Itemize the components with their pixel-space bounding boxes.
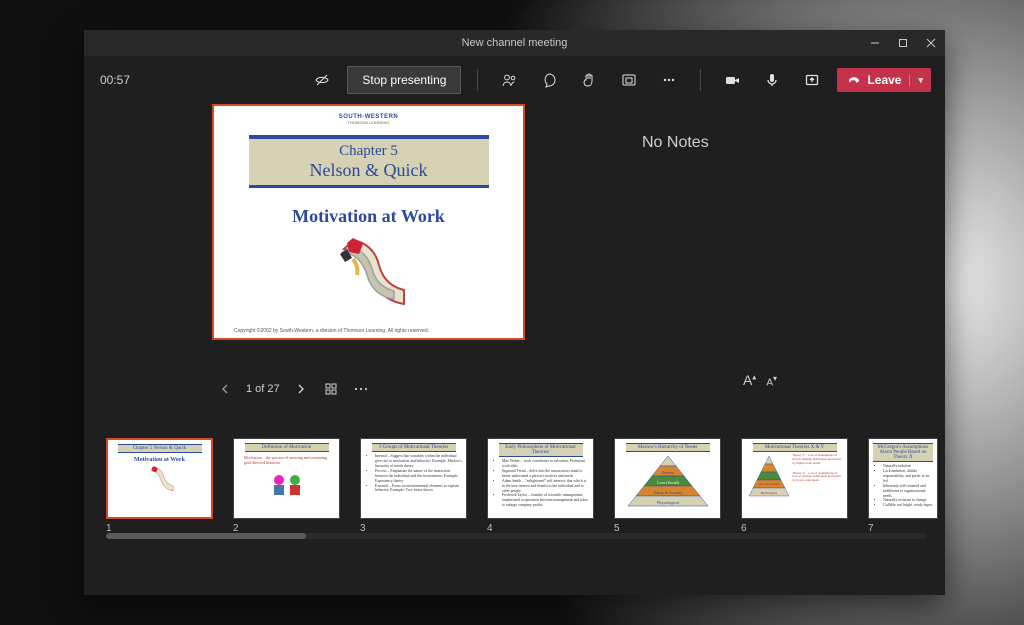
svg-text:Physiological: Physiological <box>760 491 776 495</box>
leave-button[interactable]: Leave ▾ <box>837 68 931 92</box>
private-view-icon[interactable] <box>307 64 337 96</box>
scrollbar-grip[interactable] <box>106 533 306 539</box>
svg-text:Esteem: Esteem <box>662 470 675 475</box>
current-slide[interactable]: SOUTH-WESTERN THOMSON LEARNING Chapter 5… <box>212 104 525 340</box>
window-title: New channel meeting <box>462 37 568 49</box>
hangup-icon <box>847 73 861 87</box>
more-options-icon[interactable] <box>352 380 370 398</box>
thumbnail-4[interactable]: Early Philosophers of Motivational Theor… <box>487 438 594 519</box>
titlebar: New channel meeting <box>84 30 945 56</box>
svg-text:Safety & Security: Safety & Security <box>758 482 780 486</box>
close-button[interactable] <box>917 30 945 56</box>
next-slide-button[interactable] <box>292 380 310 398</box>
divider <box>700 69 701 91</box>
meeting-toolbar: 00:57 Stop presenting <box>84 56 945 104</box>
copyright: Copyright ©2002 by South-Western, a divi… <box>234 328 429 334</box>
rooms-icon[interactable] <box>614 64 644 96</box>
meeting-timer: 00:57 <box>100 73 130 87</box>
chapter-label: Chapter 5 <box>249 143 489 160</box>
pyramid-icon: Esteem Love (Social) Safety & Security P… <box>624 454 712 510</box>
page-indicator: 1 of 27 <box>246 383 280 395</box>
maximize-button[interactable] <box>889 30 917 56</box>
window-controls <box>861 30 945 56</box>
leave-chevron-icon[interactable]: ▾ <box>909 75 923 86</box>
publisher-sub: THOMSON LEARNING <box>347 120 389 125</box>
thumbnail-2[interactable]: Definition of Motivation Motivation – th… <box>233 438 340 519</box>
increase-font-button[interactable]: A▴ <box>743 372 756 388</box>
font-size-controls: A▴ A▾ <box>743 372 777 388</box>
svg-text:Safety & Security: Safety & Security <box>653 490 682 495</box>
prev-slide-button[interactable] <box>216 380 234 398</box>
slide-title: Motivation at Work <box>292 206 445 227</box>
grid-view-button[interactable] <box>322 380 340 398</box>
authors-label: Nelson & Quick <box>249 160 489 181</box>
svg-text:Love (Social): Love (Social) <box>657 480 680 485</box>
decrease-font-button[interactable]: A▾ <box>766 374 777 388</box>
raise-hand-icon[interactable] <box>574 64 604 96</box>
share-icon[interactable] <box>797 64 827 96</box>
people-icon[interactable] <box>494 64 524 96</box>
pyramid-icon: Safety & Security Physiological <box>747 454 791 504</box>
slide-pager: 1 of 27 <box>84 372 945 398</box>
chat-icon[interactable] <box>534 64 564 96</box>
notes-placeholder: No Notes <box>642 134 709 151</box>
slide-art <box>319 235 419 325</box>
thumbnail-5[interactable]: Maslow's Hierarchy of Needs Esteem Love … <box>614 438 721 519</box>
mic-icon[interactable] <box>757 64 787 96</box>
divider <box>477 69 478 91</box>
more-actions-icon[interactable] <box>654 64 684 96</box>
content-area: SOUTH-WESTERN THOMSON LEARNING Chapter 5… <box>84 104 945 595</box>
thumbnail-7[interactable]: McGregor's Assumptions About People Base… <box>868 438 938 519</box>
thumbnail-3[interactable]: 3 Groups of Motivational Theories Intern… <box>360 438 467 519</box>
stop-presenting-button[interactable]: Stop presenting <box>347 66 461 94</box>
slide-thumbnails: Chapter 5 Nelson & Quick Motivation at W… <box>84 438 945 534</box>
teams-meeting-window: New channel meeting 00:57 Stop presentin… <box>84 30 945 595</box>
thumbnail-scrollbar[interactable] <box>106 533 926 539</box>
thumbnail-6[interactable]: Motivational Theories X & Y Safety & Sec… <box>741 438 848 519</box>
leave-label: Leave <box>867 73 901 87</box>
minimize-button[interactable] <box>861 30 889 56</box>
svg-text:Physiological: Physiological <box>657 500 680 505</box>
thumbnail-1[interactable]: Chapter 5 Nelson & Quick Motivation at W… <box>106 438 213 519</box>
camera-icon[interactable] <box>717 64 747 96</box>
